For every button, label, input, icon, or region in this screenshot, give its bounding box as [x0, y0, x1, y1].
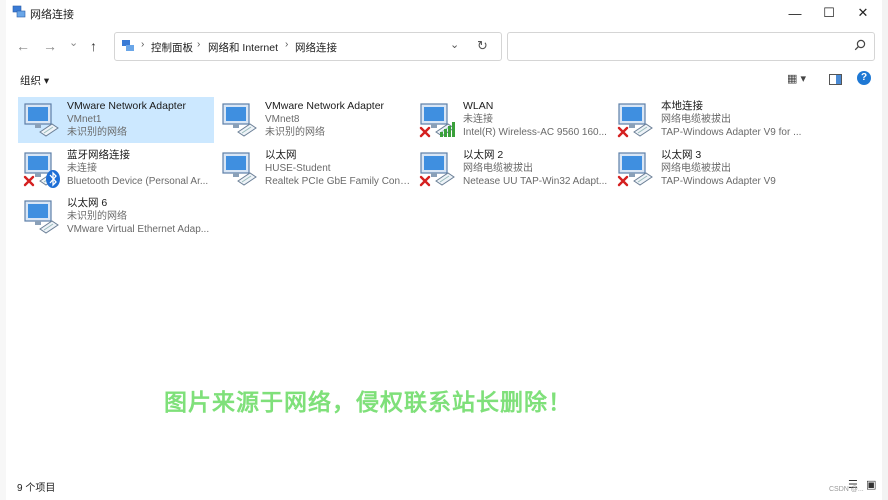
- window-title: 网络连接: [30, 9, 74, 21]
- view-options-icon[interactable]: ▦ ▾: [787, 72, 806, 85]
- control-panel-icon: [122, 40, 134, 51]
- connection-status: 网络电缆被拔出: [661, 163, 731, 174]
- recent-locations-button[interactable]: ⌄: [69, 36, 78, 49]
- connection-name: VMware Network Adapter: [265, 100, 385, 112]
- connection-device: Bluetooth Device (Personal Ar...: [67, 176, 209, 187]
- connection-item[interactable]: VMware Network Adapter VMnet8 未识别的网络: [216, 97, 412, 143]
- connection-status: HUSE-Student: [265, 163, 331, 174]
- connection-text: VMware Network Adapter VMnet1 未识别的网络: [67, 100, 214, 139]
- connection-device: TAP-Windows Adapter V9 for ...: [661, 127, 802, 138]
- connection-item[interactable]: 以太网 6 未识别的网络 VMware Virtual Ethernet Adap.…: [18, 194, 214, 240]
- breadcrumb-control-panel[interactable]: 控制面板: [151, 40, 193, 55]
- navigation-bar: ← → ⌄ ↑ › 控制面板 › 网络和 Internet › 网络连接 ⌄ ↻: [6, 30, 882, 62]
- connection-name: 蓝牙网络连接: [67, 149, 130, 161]
- maximize-icon: ☐: [823, 5, 835, 20]
- breadcrumb-separator: ›: [197, 39, 201, 50]
- title-bar: 网络连接 — ☐ ✕: [6, 0, 882, 26]
- connection-name: 以太网: [265, 149, 297, 161]
- connection-text: 蓝牙网络连接 未连接 Bluetooth Device (Personal Ar..…: [67, 149, 214, 188]
- connection-text: 本地连接网络电缆被拔出 TAP-Windows Adapter V9 for ..…: [661, 100, 808, 139]
- breadcrumb-network-internet[interactable]: 网络和 Internet: [208, 40, 278, 55]
- network-adapter-icon: [220, 100, 260, 140]
- connection-status: 未连接: [463, 114, 493, 125]
- network-adapter-icon: [616, 149, 656, 189]
- connection-status: 未连接: [67, 163, 97, 174]
- connection-item[interactable]: WLAN 未连接 Intel(R) Wireless-AC 9560 160...: [414, 97, 610, 143]
- connection-device: 未识别的网络: [265, 127, 325, 138]
- close-button[interactable]: ✕: [846, 0, 880, 26]
- connection-status: 未识别的网络: [67, 211, 127, 222]
- connection-item[interactable]: 本地连接网络电缆被拔出 TAP-Windows Adapter V9 for ..…: [612, 97, 808, 143]
- connection-name: 以太网 6: [67, 197, 108, 209]
- connection-device: Realtek PCIe GbE Family Contr...: [265, 176, 412, 187]
- connection-device: Intel(R) Wireless-AC 9560 160...: [463, 127, 607, 138]
- forward-button[interactable]: →: [43, 38, 57, 54]
- breadcrumb-separator: ›: [285, 39, 289, 50]
- connection-device: Netease UU TAP-Win32 Adapt...: [463, 176, 608, 187]
- minimize-button[interactable]: —: [778, 0, 812, 26]
- network-connections-icon: [12, 5, 26, 18]
- watermark-text: 图片来源于网络，侵权联系站长删除！: [164, 389, 572, 415]
- minimize-icon: —: [788, 5, 802, 21]
- status-bar: 9 个项目 ☰ ▣: [6, 474, 882, 496]
- connection-text: 以太网 6 未识别的网络 VMware Virtual Ethernet Adap.…: [67, 197, 214, 236]
- connection-status: 网络电缆被拔出: [661, 114, 731, 125]
- bluetooth-adapter-icon: [22, 149, 62, 189]
- network-adapter-icon: [22, 197, 62, 237]
- csdn-watermark: CSDN @...: [829, 486, 864, 493]
- address-bar[interactable]: › 控制面板 › 网络和 Internet › 网络连接 ⌄ ↻: [114, 32, 502, 61]
- connection-text: VMware Network Adapter VMnet8 未识别的网络: [265, 100, 412, 139]
- back-button[interactable]: ←: [16, 38, 30, 54]
- connection-text: 以太网 2 网络电缆被拔出 Netease UU TAP-Win32 Adapt..…: [463, 149, 610, 188]
- connection-name: WLAN: [463, 100, 494, 112]
- connection-item[interactable]: 以太网 HUSE-Student Realtek PCIe GbE Family C…: [216, 146, 412, 192]
- connection-item[interactable]: 以太网 2 网络电缆被拔出 Netease UU TAP-Win32 Adapt..…: [414, 146, 610, 192]
- breadcrumb-separator: ›: [141, 39, 145, 50]
- up-button[interactable]: ↑: [90, 38, 97, 54]
- organize-menu[interactable]: 组织 ▾: [20, 73, 49, 88]
- connection-item[interactable]: 蓝牙网络连接 未连接 Bluetooth Device (Personal Ar..…: [18, 146, 214, 192]
- item-count: 9 个项目: [17, 483, 56, 494]
- refresh-icon[interactable]: ↻: [477, 38, 488, 54]
- network-adapter-icon: [418, 149, 458, 189]
- breadcrumb-network-connections[interactable]: 网络连接: [295, 40, 337, 55]
- connection-device: 未识别的网络: [67, 127, 127, 138]
- connection-device: VMware Virtual Ethernet Adap...: [67, 224, 210, 235]
- command-bar: 组织 ▾ ▦ ▾ ?: [6, 68, 882, 92]
- connection-text: 以太网 3 网络电缆被拔出 TAP-Windows Adapter V9: [661, 149, 808, 188]
- connection-item[interactable]: VMware Network Adapter VMnet1 未识别的网络: [18, 97, 214, 143]
- address-dropdown-icon[interactable]: ⌄: [450, 38, 459, 51]
- network-adapter-icon: [616, 100, 656, 140]
- large-icons-view-icon[interactable]: ▣: [866, 478, 876, 491]
- network-adapter-icon: [220, 149, 260, 189]
- search-icon: [854, 39, 866, 51]
- help-icon[interactable]: ?: [857, 71, 871, 85]
- maximize-button[interactable]: ☐: [812, 0, 846, 26]
- connection-status: VMnet1: [67, 114, 102, 125]
- wlan-adapter-icon: [418, 100, 458, 140]
- connection-status: 网络电缆被拔出: [463, 163, 533, 174]
- connection-name: 以太网 3: [661, 149, 702, 161]
- connection-name: 以太网 2: [463, 149, 504, 161]
- network-connections-window: 网络连接 — ☐ ✕ ← → ⌄ ↑ › 控制面板 › 网络和 Internet…: [6, 0, 882, 500]
- network-adapter-icon: [22, 100, 62, 140]
- connection-text: WLAN 未连接 Intel(R) Wireless-AC 9560 160...: [463, 100, 610, 139]
- connection-device: TAP-Windows Adapter V9: [661, 176, 776, 187]
- connection-text: 以太网 HUSE-Student Realtek PCIe GbE Family C…: [265, 149, 412, 188]
- preview-pane-icon[interactable]: [829, 74, 842, 85]
- connection-item[interactable]: 以太网 3 网络电缆被拔出 TAP-Windows Adapter V9: [612, 146, 808, 192]
- connection-name: VMware Network Adapter: [67, 100, 187, 112]
- connection-status: VMnet8: [265, 114, 300, 125]
- close-icon: ✕: [857, 5, 869, 20]
- search-box[interactable]: [507, 32, 875, 61]
- background-edge-right: [882, 0, 888, 500]
- connection-name: 本地连接: [661, 100, 703, 112]
